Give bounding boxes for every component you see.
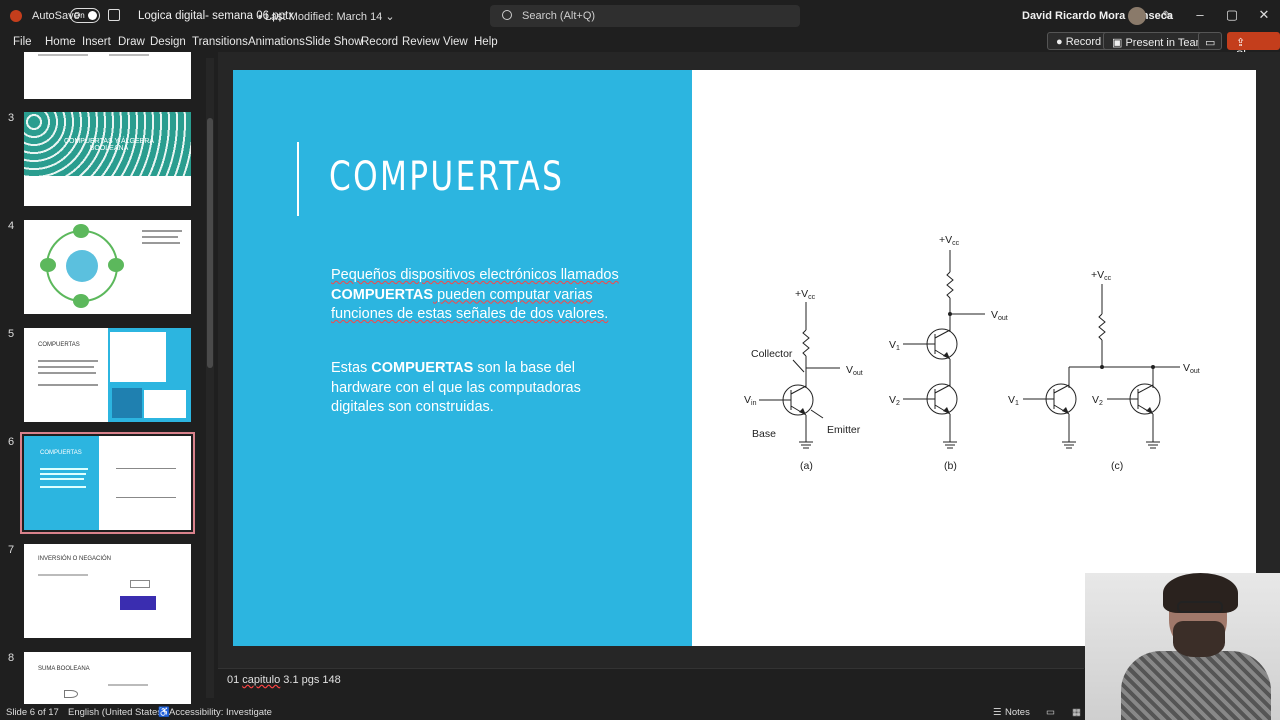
tab-view[interactable]: View	[443, 36, 468, 48]
thumbnail-title: SUMA BOOLEANA	[38, 666, 90, 672]
accessibility-status[interactable]: Accessibility: Investigate	[169, 707, 272, 718]
language-status[interactable]: English (United States)	[68, 707, 165, 718]
close-icon[interactable]: ✕	[1254, 7, 1274, 23]
tab-animations[interactable]: Animations	[248, 36, 305, 48]
caption-c: (c)	[1111, 460, 1123, 472]
v2-label-b: V2	[889, 394, 900, 407]
current-slide[interactable]: COMPUERTAS Pequeños dispositivos electró…	[233, 70, 1256, 646]
slide-thumbnail-6[interactable]: COMPUERTAS	[20, 432, 195, 534]
thumbnail-title: COMPUERTAS Y ÁLGEBRA BOOLEANA	[63, 138, 155, 152]
vcc-label-a: +Vcc	[795, 288, 816, 301]
notes-text-underlined: capitulo	[242, 674, 281, 686]
search-input[interactable]: Search (Alt+Q)	[490, 5, 800, 27]
v2-label-c: V2	[1092, 394, 1103, 407]
slide-sorter-icon[interactable]: ▦	[1072, 707, 1081, 718]
tab-draw[interactable]: Draw	[118, 36, 145, 48]
notes-pane[interactable]: 01 capitulo 3.1 pgs 148	[218, 668, 1084, 704]
slide-count[interactable]: Slide 6 of 17	[6, 707, 59, 718]
vcc-label-b: +Vcc	[939, 234, 960, 247]
caption-b: (b)	[944, 460, 957, 472]
vcc-label-c: +Vcc	[1091, 269, 1112, 282]
comments-button[interactable]: ▭	[1198, 32, 1222, 50]
last-modified[interactable]: • Last Modified: March 14 ⌄	[258, 10, 395, 23]
emitter-label: Emitter	[827, 424, 861, 436]
search-icon	[502, 10, 512, 20]
autosave-toggle[interactable]: On	[70, 8, 100, 23]
v1-label-c: V1	[1008, 394, 1019, 407]
webcam-person-body	[1121, 651, 1271, 720]
slide-thumbnail-2[interactable]	[24, 52, 191, 99]
powerpoint-icon	[10, 10, 22, 22]
thumbnail-title: COMPUERTAS	[38, 342, 80, 348]
slide-number: 3	[8, 112, 15, 124]
record-button[interactable]: ● Record	[1047, 32, 1111, 50]
slide-number: 8	[8, 652, 15, 664]
slide-thumbnail-7[interactable]: INVERSIÓN O NEGACIÓN	[24, 544, 191, 638]
slide-number: 6	[8, 436, 15, 448]
ribbon-tabs: File Home Insert Draw Design Transitions…	[0, 32, 1280, 61]
slide-thumbnail-5[interactable]: COMPUERTAS	[24, 328, 191, 422]
share-button[interactable]: ⇪ Share	[1227, 32, 1280, 61]
tab-transitions[interactable]: Transitions	[192, 36, 248, 48]
vout-label-b: Vout	[991, 309, 1008, 322]
notes-text-post: 3.1 pgs 148	[280, 674, 341, 686]
collector-label: Collector	[751, 348, 793, 360]
slide-thumbnail-3[interactable]: COMPUERTAS Y ÁLGEBRA BOOLEANA	[24, 112, 191, 206]
slide-number: 5	[8, 328, 15, 340]
slide-thumbnail-8[interactable]: SUMA BOOLEANA	[24, 652, 191, 704]
user-name[interactable]: David Ricardo Mora Fonseca	[1022, 10, 1173, 22]
pen-icon[interactable]: ✎	[1162, 8, 1173, 24]
slide-thumbnail-4[interactable]	[24, 220, 191, 314]
v1-label-b: V1	[889, 339, 900, 352]
webcam-person-beard	[1173, 621, 1225, 657]
record-label: Record	[1065, 36, 1102, 48]
search-placeholder: Search (Alt+Q)	[522, 10, 596, 22]
vout-label-c: Vout	[1183, 362, 1200, 375]
tab-review[interactable]: Review	[402, 36, 440, 48]
caption-a: (a)	[800, 460, 813, 472]
transistor-gates-diagram[interactable]: +Vcc Vout Vin Collector Base Emitter (a)…	[233, 70, 1256, 646]
tab-help[interactable]: Help	[474, 36, 498, 48]
maximize-icon[interactable]: ▢	[1222, 7, 1242, 23]
webcam-overlay	[1085, 573, 1280, 720]
thumbnail-scrollbar[interactable]	[206, 58, 214, 698]
avatar[interactable]	[1128, 7, 1146, 25]
thumbnail-title: COMPUERTAS	[40, 450, 82, 456]
scrollbar-thumb[interactable]	[207, 118, 213, 368]
notes-toggle[interactable]: Notes	[1005, 707, 1030, 718]
normal-view-icon[interactable]: ▭	[1046, 707, 1055, 718]
vout-label-a: Vout	[846, 364, 863, 377]
slide-number: 7	[8, 544, 15, 556]
base-label: Base	[752, 428, 776, 440]
slide-thumbnail-pane[interactable]: 3 COMPUERTAS Y ÁLGEBRA BOOLEANA 4 5 COMP…	[0, 52, 218, 704]
tab-file[interactable]: File	[13, 36, 32, 48]
thumbnail-title: INVERSIÓN O NEGACIÓN	[38, 556, 112, 562]
tab-record[interactable]: Record	[361, 36, 398, 48]
vin-label: Vin	[744, 394, 757, 407]
webcam-person-glasses	[1177, 601, 1223, 613]
save-icon[interactable]	[108, 9, 120, 21]
tab-slide-show[interactable]: Slide Show	[305, 36, 363, 48]
tab-home[interactable]: Home	[45, 36, 76, 48]
notes-text-pre: 01	[227, 674, 243, 686]
tab-insert[interactable]: Insert	[82, 36, 111, 48]
tab-design[interactable]: Design	[150, 36, 186, 48]
slide-number: 4	[8, 220, 15, 232]
title-bar: AutoSave On Logica digital- semana 06.pp…	[0, 0, 1280, 32]
minimize-icon[interactable]: –	[1190, 7, 1210, 22]
notes-icon: ☰	[993, 707, 1002, 718]
notes-text[interactable]: 01 capitulo 3.1 pgs 148	[227, 674, 341, 686]
